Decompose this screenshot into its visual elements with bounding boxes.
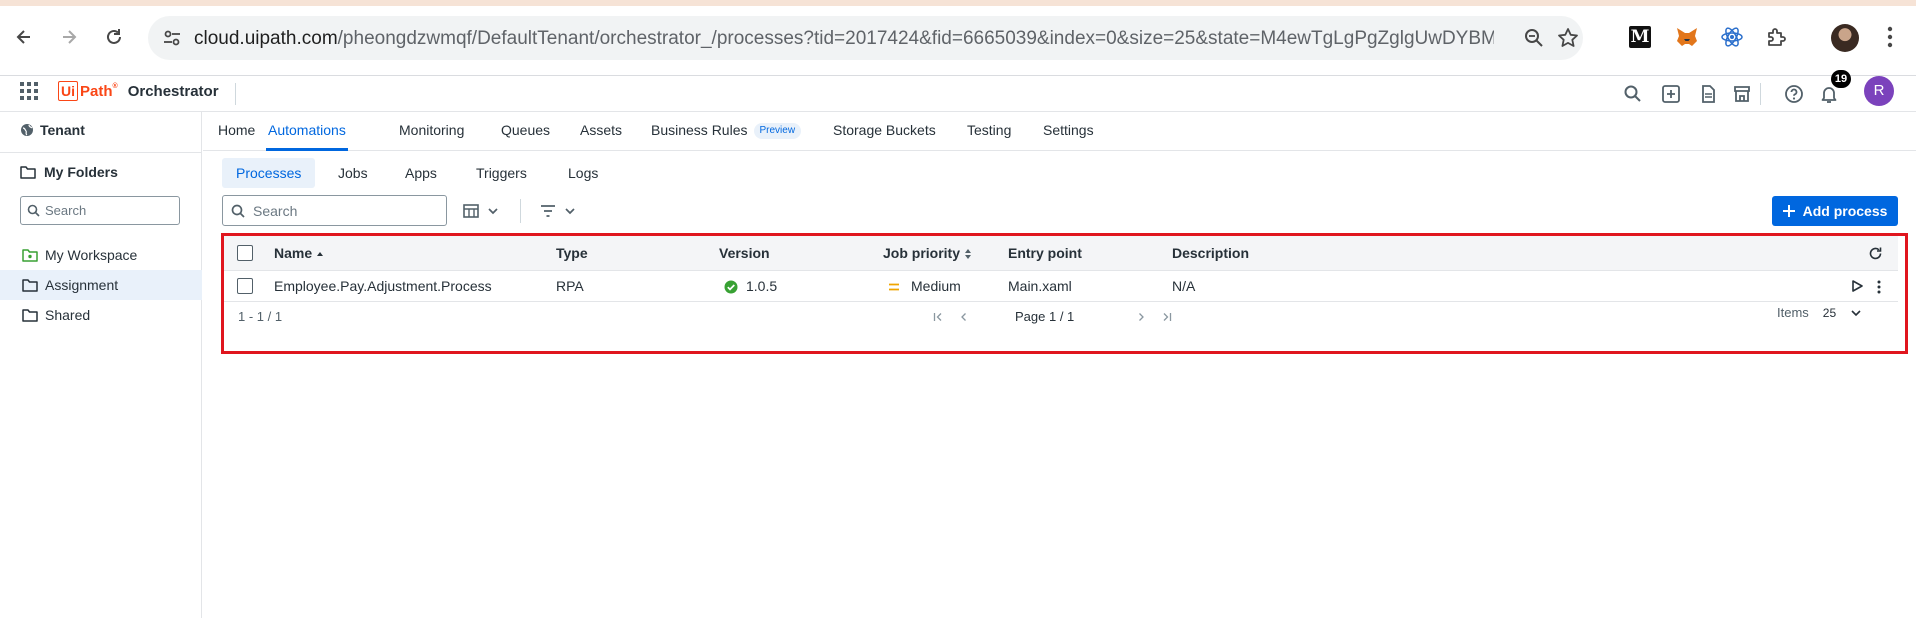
add-resource-icon[interactable] (1659, 82, 1683, 106)
tab-assets[interactable]: Assets (580, 112, 622, 151)
chevron-down-icon (488, 208, 498, 215)
back-icon[interactable] (8, 21, 40, 53)
site-settings-icon[interactable] (162, 28, 182, 48)
logo-trademark: ® (112, 82, 118, 90)
product-name: Orchestrator (127, 82, 219, 100)
globe-icon (20, 123, 34, 137)
document-icon[interactable] (1696, 82, 1720, 106)
app-header: Ui Path® Orchestrator (0, 76, 1916, 112)
tab-business-rules[interactable]: Business Rules Preview (651, 112, 802, 151)
filter-button[interactable] (540, 199, 576, 223)
tab-storage-buckets[interactable]: Storage Buckets (833, 112, 936, 151)
uipath-logo[interactable]: Ui Path® Orchestrator (58, 81, 219, 101)
store-icon[interactable] (1730, 82, 1754, 106)
tab-monitoring[interactable]: Monitoring (399, 112, 464, 151)
browser-menu-icon[interactable] (1877, 24, 1903, 50)
tenant-link[interactable]: Tenant (20, 122, 85, 138)
workspace-folder-icon (22, 248, 38, 262)
process-search-input[interactable] (253, 201, 438, 221)
logo-path: Path® (80, 83, 118, 100)
search-icon (27, 204, 40, 217)
tab-home[interactable]: Home (218, 112, 255, 151)
metamask-fox-icon[interactable] (1674, 24, 1700, 50)
my-folders-label: My Folders (44, 164, 118, 180)
bookmark-star-icon[interactable] (1557, 27, 1579, 49)
preview-badge: Preview (753, 123, 802, 140)
sidebar-item-my-workspace[interactable]: My Workspace (0, 240, 202, 270)
tab-queues[interactable]: Queues (501, 112, 550, 151)
subtab-processes[interactable]: Processes (222, 158, 316, 188)
folder-sidebar: Tenant My Folders My Workspace Assignmen… (0, 112, 202, 618)
table-columns-icon (463, 204, 479, 218)
tab-automations[interactable]: Automations (266, 112, 348, 151)
medium-icon[interactable]: M (1629, 26, 1651, 48)
subtab-logs[interactable]: Logs (554, 158, 612, 188)
folder-icon (22, 308, 38, 322)
folder-search-input[interactable] (45, 200, 175, 221)
logo-path-text: Path (80, 82, 113, 100)
tab-settings[interactable]: Settings (1043, 112, 1094, 151)
my-folders-heading[interactable]: My Folders (20, 164, 118, 180)
filter-icon (541, 205, 555, 217)
app-launcher-icon[interactable] (20, 82, 38, 100)
header-divider-right (1760, 83, 1761, 105)
sidebar-item-shared[interactable]: Shared (0, 300, 202, 330)
subtab-apps[interactable]: Apps (391, 158, 451, 188)
logo-ui: Ui (58, 81, 78, 101)
folder-icon (20, 165, 36, 179)
extensions-puzzle-icon[interactable] (1764, 24, 1790, 50)
global-search-icon[interactable] (1621, 82, 1645, 106)
toolbar-divider (520, 199, 521, 223)
browser-toolbar: cloud.uipath.com/pheongdzwmqf/DefaultTen… (0, 0, 1916, 76)
column-chooser-button[interactable] (463, 199, 499, 223)
tab-business-rules-label: Business Rules (651, 122, 748, 138)
address-bar[interactable]: cloud.uipath.com/pheongdzwmqf/DefaultTen… (148, 16, 1583, 60)
highlight-frame (221, 233, 1908, 354)
process-search-field[interactable] (222, 195, 447, 226)
tab-testing[interactable]: Testing (967, 112, 1011, 151)
header-divider (235, 83, 236, 105)
main-nav: Home Automations Monitoring Queues Asset… (203, 112, 1916, 151)
tenant-label: Tenant (40, 122, 85, 138)
forward-icon[interactable] (53, 21, 85, 53)
help-icon[interactable] (1782, 82, 1806, 106)
folder-search-field[interactable] (20, 196, 180, 225)
sidebar-item-label: Shared (45, 307, 91, 323)
chevron-down-icon (565, 208, 575, 215)
sidebar-divider (0, 152, 202, 153)
zoom-icon[interactable] (1523, 27, 1545, 49)
sidebar-item-assignment[interactable]: Assignment (0, 270, 202, 300)
url-text[interactable]: cloud.uipath.com/pheongdzwmqf/DefaultTen… (194, 28, 1494, 50)
browser-profile-avatar[interactable] (1831, 24, 1859, 52)
plus-icon (1782, 205, 1795, 217)
user-avatar[interactable]: R (1864, 76, 1894, 106)
url-host: cloud.uipath.com (194, 28, 338, 49)
add-process-button[interactable]: Add process (1772, 196, 1898, 226)
tab-strip (0, 0, 1916, 6)
react-devtools-icon[interactable] (1719, 24, 1745, 50)
sidebar-item-label: Assignment (45, 277, 119, 293)
subtab-jobs[interactable]: Jobs (324, 158, 382, 188)
add-process-label: Add process (1802, 203, 1888, 219)
reload-icon[interactable] (98, 21, 130, 53)
search-icon (231, 204, 245, 218)
notification-count-badge: 19 (1831, 70, 1851, 88)
folder-icon (22, 278, 38, 292)
subtab-triggers[interactable]: Triggers (462, 158, 541, 188)
url-path: /pheongdzwmqf/DefaultTenant/orchestrator… (337, 28, 1494, 49)
sidebar-item-label: My Workspace (45, 247, 138, 263)
